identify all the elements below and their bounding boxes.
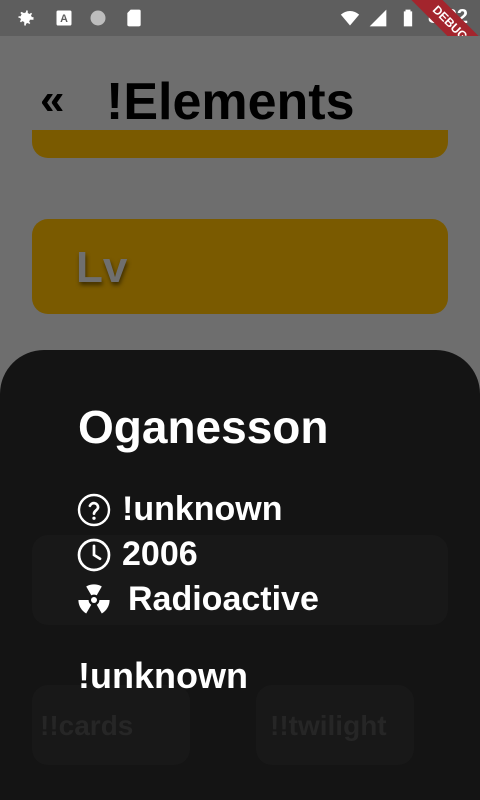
battery-icon (403, 9, 413, 27)
property-row: !unknown (76, 490, 283, 529)
radioactive-icon (78, 583, 110, 613)
wifi-icon (340, 11, 360, 26)
element-card-lv[interactable]: Lv (32, 219, 448, 314)
property-text: Radioactive (128, 580, 319, 618)
property-text: !unknown (122, 490, 283, 528)
property-row: 2006 (76, 535, 198, 574)
signal-icon (369, 9, 387, 27)
element-name: Oganesson (78, 401, 329, 453)
element-card[interactable] (32, 130, 448, 158)
help-circle-icon (77, 493, 111, 526)
clock-icon (77, 538, 111, 571)
svg-text:A: A (60, 13, 68, 25)
property-row: Radioactive (76, 580, 319, 619)
a-box-icon: A (56, 10, 72, 26)
ghost-button-label: !!cards (40, 710, 134, 741)
property-text: 2006 (122, 535, 198, 573)
back-button[interactable]: « (40, 78, 80, 122)
circle-icon (90, 10, 106, 26)
gear-icon (18, 10, 34, 26)
element-symbol: Lv (76, 243, 128, 292)
status-bar: A 8:22 DEBUG (0, 0, 480, 74)
discovered-by-text: !unknown (78, 655, 248, 696)
ghost-button-label: !!twilight (270, 710, 387, 741)
page-title: !Elements (106, 73, 355, 131)
sd-card-icon (127, 9, 141, 27)
